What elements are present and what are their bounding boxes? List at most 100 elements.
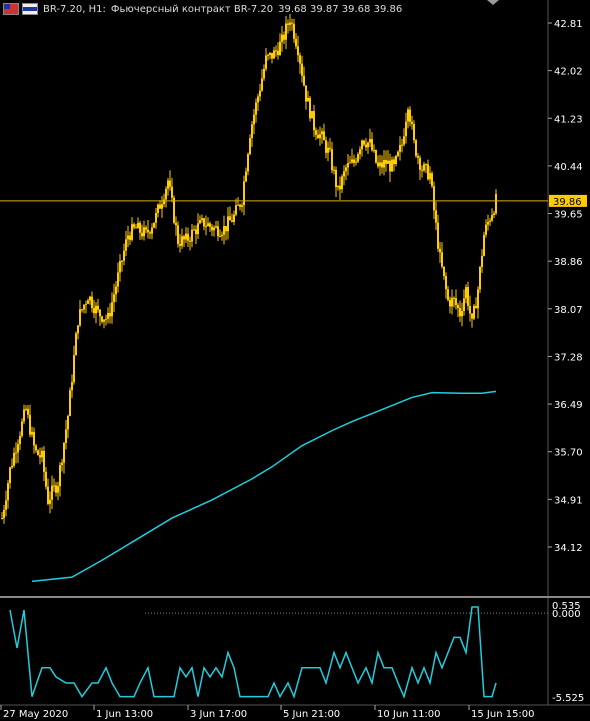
candle-body [95,305,97,314]
candle-body [447,289,449,300]
candle-body [467,287,469,306]
candle-body [159,204,161,209]
candle-body [381,162,383,168]
window-flag-icon[interactable] [3,3,19,15]
candle-body [245,171,247,182]
candle-body [275,50,277,52]
candle-body [69,390,71,417]
candle-body [169,180,171,187]
x-tick-label: 5 Jun 21:00 [283,709,340,720]
candle-body [291,22,293,24]
candle-body [125,239,127,251]
candle-body [347,163,349,168]
candle-body [239,204,241,207]
candle-body [145,227,147,230]
candle-body [273,50,275,59]
candle-body [33,431,35,446]
candle-body [455,298,457,305]
candle-body [461,311,463,317]
candle-body [93,308,95,314]
candle-body [255,102,257,115]
candle-body [317,134,319,139]
candle-body [353,159,355,163]
candle-body [487,221,489,225]
candle-body [355,161,357,163]
candle-body [295,38,297,47]
candle-body [165,188,167,200]
candle-body [303,75,305,86]
candle-body [225,226,227,232]
candle-body [25,408,27,410]
candle-body [203,218,205,227]
candle-body [123,250,125,261]
oscillator-tick-label: 0.000 [552,609,581,620]
candle-body [227,216,229,232]
candle-body [175,222,177,226]
candle-body [15,452,17,454]
candle-body [453,297,455,299]
candle-body [393,159,395,165]
candle-body [201,218,203,221]
candle-body [241,205,243,207]
candle-body [27,408,29,415]
candle-body [307,97,309,102]
candle-body [483,234,485,256]
candle-body [127,235,129,240]
x-tick-label: 27 May 2020 [3,709,68,720]
candle-body [247,154,249,172]
candle-body [469,305,471,314]
header-ohlc: 39.68 39.87 39.68 39.86 [278,3,403,15]
candle-body [485,224,487,235]
candle-body [213,227,215,231]
candle-body [233,214,235,222]
x-tick-label: 3 Jun 17:00 [190,709,247,720]
candle-body [171,186,173,198]
candle-body [19,435,21,445]
candle-body [333,169,335,171]
candle-body [465,287,467,299]
candle-body [149,232,151,234]
candle-body [305,85,307,102]
candle-body [29,414,31,435]
candle-body [77,325,79,334]
candle-body [167,180,169,189]
candle-body [313,111,315,131]
candle-body [415,140,417,156]
candle-body [399,145,401,152]
y-tick-label: 41.23 [554,114,583,125]
candle-body [119,261,121,273]
candle-body [377,162,379,167]
candle-body [253,114,255,125]
candle-body [287,23,289,25]
candle-body [31,431,33,435]
candle-body [65,429,67,443]
candle-body [101,316,103,322]
candle-body [251,124,253,138]
candle-body [139,222,141,233]
candle-body [443,266,445,277]
candle-body [235,205,237,215]
candle-body [471,313,473,319]
candle-body [219,236,221,238]
candle-body [451,297,453,307]
candle-body [131,224,133,240]
candle-body [341,176,343,190]
candle-body [189,240,191,242]
candle-body [411,121,413,125]
candle-body [293,23,295,39]
candle-body [357,154,359,162]
candle-body [143,227,145,237]
candle-body [231,220,233,222]
candle-body [199,220,201,224]
candle-body [271,52,273,59]
candle-body [327,147,329,153]
candle-body [419,157,421,170]
candle-body [477,289,479,309]
x-tick-label: 1 Jun 13:00 [96,709,153,720]
candle-body [217,226,219,237]
window-flag-icon[interactable] [22,3,38,15]
candle-body [267,54,269,56]
candle-body [371,139,373,151]
candle-body [35,445,37,451]
price-chart[interactable]: 39.86 42.81 42.02 41.23 40.44 39.65 38.86 38.07… [0,0,590,721]
